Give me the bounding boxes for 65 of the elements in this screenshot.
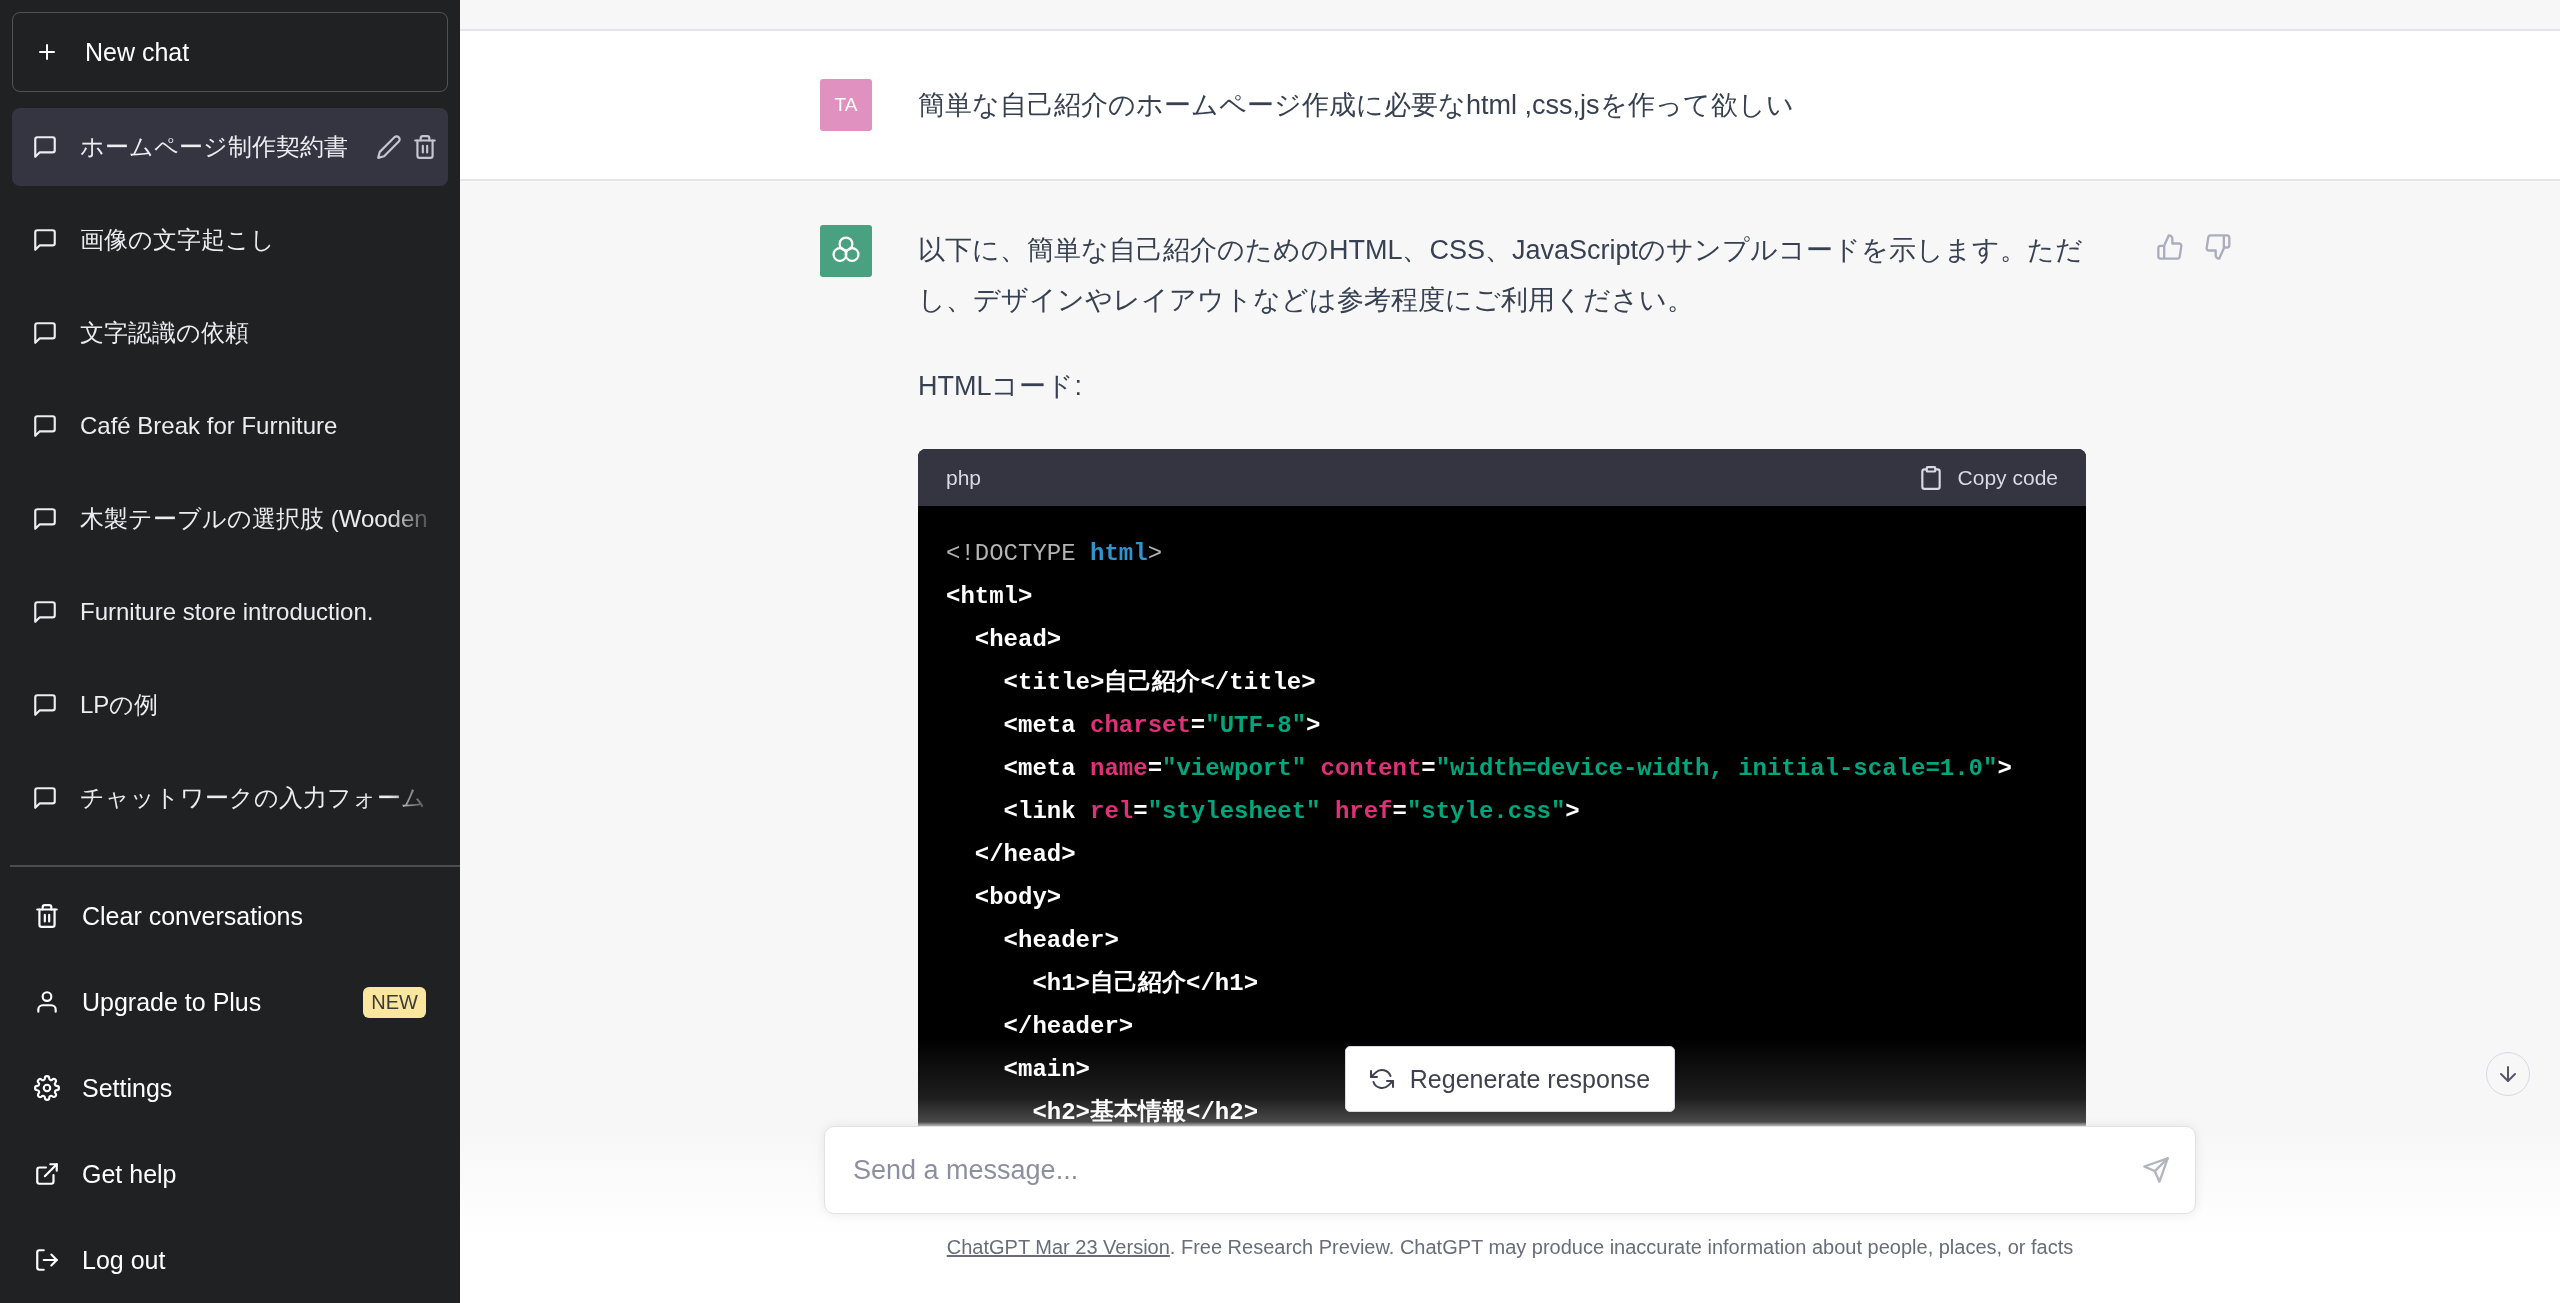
version-link[interactable]: ChatGPT Mar 23 Version	[946, 1236, 1170, 1258]
chat-bubble-icon	[32, 413, 58, 439]
external-link-icon	[34, 1161, 60, 1187]
chat-bubble-icon	[32, 599, 58, 625]
pencil-icon[interactable]	[376, 134, 402, 160]
code-line: </head>	[973, 840, 1076, 870]
conversation-title: Furniture store introduction.	[80, 596, 375, 627]
chat-bubble-icon	[32, 227, 58, 253]
code-line: <h2>基本情報</h2>	[1031, 1097, 1259, 1128]
conversation-title: 木製テーブルの選択肢 (Wooden	[80, 503, 428, 534]
conversation-title: Café Break for Furniture	[80, 410, 339, 441]
conversation-title: LPの例	[80, 689, 160, 720]
message-text: HTMLコード:	[918, 370, 1083, 403]
user-avatar: TA	[820, 79, 872, 131]
new-badge: NEW	[363, 986, 426, 1018]
code-line: <meta name="viewport" content="width=device-width, initial-scale=1.0">	[1002, 754, 2012, 784]
message-text: 以下に、簡単な自己紹介のためのHTML、CSS、JavaScriptのサンプルコードを示します。ただし、デザインやレイアウトなどは参考程度にご利用ください。	[918, 234, 2085, 317]
conversation-item[interactable]: 画像の文字起こし	[12, 201, 448, 279]
thumbs-up-icon[interactable]	[2156, 233, 2184, 261]
conversation-item[interactable]: チャットワークの入力フォーム	[12, 759, 448, 837]
conversation-title: 画像の文字起こし	[80, 224, 276, 255]
chat-bubble-icon	[32, 320, 58, 346]
conversation-item[interactable]: LPの例	[12, 666, 448, 744]
menu-item[interactable]: Settings	[12, 1045, 448, 1131]
conversation-item[interactable]: ホームページ制作契約書	[12, 108, 448, 186]
code-line: <body>	[973, 883, 1062, 913]
conversation-title: 文字認識の依頼	[80, 317, 250, 348]
menu-item[interactable]: Upgrade to Plus NEW	[12, 959, 448, 1045]
code-line: <h1>自己紹介</h1>	[1031, 969, 1259, 999]
conversation-title: チャットワークの入力フォーム	[80, 782, 427, 813]
message-text: 簡単な自己紹介のホームページ作成に必要なhtml ,css,jsを作って欲しい	[918, 89, 1795, 122]
refresh-icon	[1369, 1067, 1394, 1091]
code-language: php	[946, 465, 982, 490]
chat-bubble-icon	[32, 506, 58, 532]
logout-icon	[34, 1247, 60, 1273]
menu-item[interactable]: Clear conversations	[12, 873, 448, 959]
code-line: <head>	[973, 625, 1062, 655]
chat-bubble-icon	[32, 692, 58, 718]
conversation-item[interactable]: 木製テーブルの選択肢 (Wooden	[12, 480, 448, 558]
trash-icon	[34, 903, 60, 929]
code-line: <header>	[1002, 926, 1119, 956]
conversation-item[interactable]: 文字認識の依頼	[12, 294, 448, 372]
conversation-item[interactable]: Café Break for Furniture	[12, 387, 448, 465]
code-line: <link rel="stylesheet" href="style.css">	[1002, 797, 1580, 827]
chat-bubble-icon	[32, 134, 58, 160]
trash-icon[interactable]	[412, 134, 438, 160]
code-line: </header>	[1002, 1012, 1134, 1042]
conversation-title: ホームページ制作契約書	[80, 131, 349, 162]
code-line: <!DOCTYPE html>	[946, 539, 1163, 569]
copy-code-button[interactable]: Copy code	[1917, 464, 2058, 491]
settings-icon	[34, 1075, 60, 1101]
user-icon	[34, 989, 60, 1015]
new-chat-button[interactable]: New chat	[12, 12, 448, 92]
thumbs-down-icon[interactable]	[2204, 233, 2232, 261]
code-line: <title>自己紹介</title>	[1002, 668, 1316, 698]
code-line: <main>	[1002, 1055, 1091, 1085]
menu-item[interactable]: Get help	[12, 1131, 448, 1217]
footer-text: ChatGPT Mar 23 Version. Free Research Preview. ChatGPT may produce inaccurate information about people, places, or facts	[946, 1236, 2074, 1259]
chat-bubble-icon	[32, 785, 58, 811]
regenerate-button[interactable]: Regenerate response	[1344, 1046, 1676, 1112]
code-line: <meta charset="UTF-8">	[1002, 711, 1321, 741]
menu-item[interactable]: Log out	[12, 1217, 448, 1303]
conversation-item[interactable]: Furniture store introduction.	[12, 573, 448, 651]
message-input[interactable]: Send a message...	[824, 1126, 2196, 1214]
code-line: <html>	[946, 582, 1033, 612]
